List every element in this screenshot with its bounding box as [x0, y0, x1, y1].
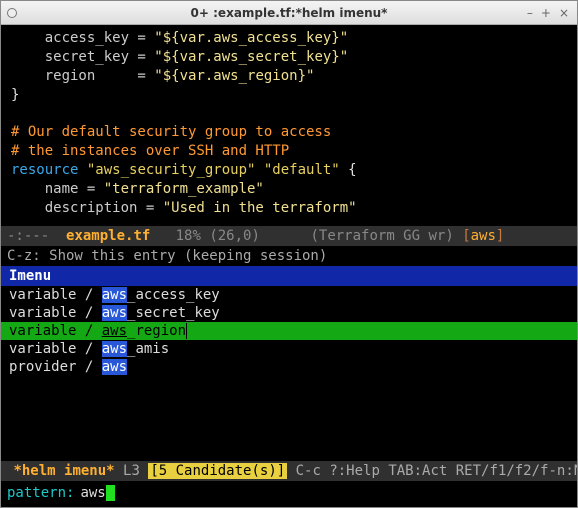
candidate-item[interactable]: variable / aws_access_key — [1, 286, 577, 304]
candidate-item[interactable]: variable / aws_secret_key — [1, 304, 577, 322]
minibuffer[interactable]: pattern: aws — [1, 481, 577, 507]
app-icon — [7, 8, 17, 18]
pattern-label: pattern: — [7, 485, 74, 501]
candidate-item[interactable]: variable / aws_amis — [1, 340, 577, 358]
buffer-name: example.tf — [66, 228, 150, 244]
helm-source-header: Imenu — [1, 266, 577, 286]
candidate-count: [5 Candidate(s)] — [148, 463, 287, 479]
minimize-icon[interactable]: – — [527, 6, 533, 20]
window-title: 0+ :example.tf:*helm imenu* — [191, 6, 388, 20]
text-cursor — [106, 485, 115, 501]
candidate-item[interactable]: provider / aws — [1, 358, 577, 376]
maximize-icon[interactable]: + — [541, 6, 551, 20]
helm-buffer-name: *helm imenu* — [13, 463, 114, 479]
code-editor[interactable]: access_key = "${var.aws_access_key}" sec… — [1, 25, 577, 226]
modeline-lower: *helm imenu* L3 [5 Candidate(s)] C-c ?:H… — [1, 461, 577, 481]
app-window: 0+ :example.tf:*helm imenu* – + × access… — [0, 0, 578, 508]
pattern-input[interactable]: aws — [80, 485, 105, 501]
empty-area — [1, 376, 577, 461]
candidate-item-selected[interactable]: variable / aws_region — [1, 322, 577, 340]
window-titlebar: 0+ :example.tf:*helm imenu* – + × — [1, 1, 577, 25]
close-icon[interactable]: × — [559, 6, 569, 20]
persistent-action-hint: C-z: Show this entry (keeping session) — [1, 246, 577, 266]
modeline-upper: -:--- example.tf 18% (26,0) (Terraform G… — [1, 226, 577, 246]
candidate-list: variable / aws_access_key variable / aws… — [1, 286, 577, 376]
